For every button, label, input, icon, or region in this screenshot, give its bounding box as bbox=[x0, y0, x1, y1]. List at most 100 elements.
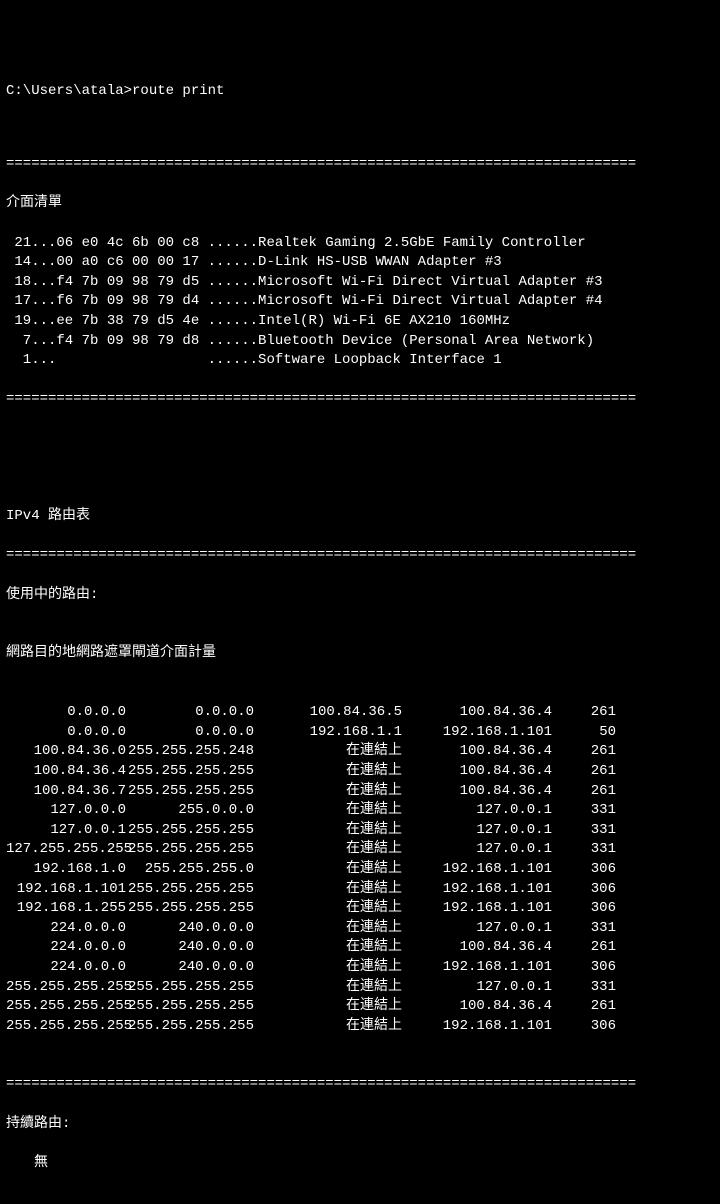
route-interface: 192.168.1.101 bbox=[402, 860, 552, 880]
route-row: 224.0.0.0240.0.0.0在連結上127.0.0.1331 bbox=[6, 919, 714, 939]
route-row: 0.0.0.00.0.0.0100.84.36.5100.84.36.4261 bbox=[6, 703, 714, 723]
command-prompt-line: C:\Users\atala>route print bbox=[6, 82, 714, 102]
route-interface: 100.84.36.4 bbox=[402, 782, 552, 802]
route-row: 192.168.1.101255.255.255.255在連結上192.168.… bbox=[6, 880, 714, 900]
interface-row: 14...00 a0 c6 00 00 17 ......D-Link HS-U… bbox=[6, 253, 714, 273]
route-metric: 50 bbox=[552, 723, 616, 743]
route-row: 100.84.36.0255.255.255.248在連結上100.84.36.… bbox=[6, 742, 714, 762]
route-destination: 192.168.1.101 bbox=[6, 880, 126, 900]
route-interface: 127.0.0.1 bbox=[402, 821, 552, 841]
route-row: 100.84.36.7255.255.255.255在連結上100.84.36.… bbox=[6, 782, 714, 802]
route-destination: 192.168.1.0 bbox=[6, 860, 126, 880]
route-destination: 127.255.255.255 bbox=[6, 840, 126, 860]
route-metric: 261 bbox=[552, 938, 616, 958]
route-netmask: 0.0.0.0 bbox=[126, 723, 254, 743]
route-gateway: 100.84.36.5 bbox=[254, 703, 402, 723]
route-interface: 127.0.0.1 bbox=[402, 801, 552, 821]
route-destination: 100.84.36.4 bbox=[6, 762, 126, 782]
route-interface: 192.168.1.101 bbox=[402, 723, 552, 743]
header-netmask: 網路遮罩 bbox=[76, 645, 132, 661]
route-netmask: 255.255.255.0 bbox=[126, 860, 254, 880]
route-interface: 100.84.36.4 bbox=[402, 742, 552, 762]
route-row: 0.0.0.00.0.0.0192.168.1.1192.168.1.10150 bbox=[6, 723, 714, 743]
route-metric: 331 bbox=[552, 821, 616, 841]
route-destination: 224.0.0.0 bbox=[6, 958, 126, 978]
route-metric: 306 bbox=[552, 958, 616, 978]
route-interface: 192.168.1.101 bbox=[402, 899, 552, 919]
route-gateway: 在連結上 bbox=[254, 880, 402, 900]
route-interface: 127.0.0.1 bbox=[402, 919, 552, 939]
route-row: 127.0.0.0255.0.0.0在連結上127.0.0.1331 bbox=[6, 801, 714, 821]
route-metric: 261 bbox=[552, 782, 616, 802]
route-interface: 192.168.1.101 bbox=[402, 880, 552, 900]
route-gateway: 在連結上 bbox=[254, 958, 402, 978]
route-metric: 306 bbox=[552, 1017, 616, 1037]
route-row: 255.255.255.255255.255.255.255在連結上192.16… bbox=[6, 1017, 714, 1037]
route-netmask: 240.0.0.0 bbox=[126, 958, 254, 978]
route-netmask: 255.255.255.255 bbox=[126, 782, 254, 802]
divider-line: ========================================… bbox=[6, 390, 714, 410]
interface-row: 1... ......Software Loopback Interface 1 bbox=[6, 351, 714, 371]
route-netmask: 255.255.255.255 bbox=[126, 762, 254, 782]
route-table-header: 網路目的地網路遮罩閘道介面計量 bbox=[6, 644, 714, 664]
route-metric: 306 bbox=[552, 860, 616, 880]
route-gateway: 在連結上 bbox=[254, 801, 402, 821]
interface-row: 7...f4 7b 09 98 79 d8 ......Bluetooth De… bbox=[6, 332, 714, 352]
route-gateway: 在連結上 bbox=[254, 782, 402, 802]
route-netmask: 255.255.255.255 bbox=[126, 1017, 254, 1037]
route-gateway: 在連結上 bbox=[254, 978, 402, 998]
route-row: 127.255.255.255255.255.255.255在連結上127.0.… bbox=[6, 840, 714, 860]
route-interface: 127.0.0.1 bbox=[402, 978, 552, 998]
route-gateway: 在連結上 bbox=[254, 1017, 402, 1037]
route-gateway: 在連結上 bbox=[254, 762, 402, 782]
route-destination: 100.84.36.0 bbox=[6, 742, 126, 762]
route-interface: 100.84.36.4 bbox=[402, 997, 552, 1017]
route-gateway: 192.168.1.1 bbox=[254, 723, 402, 743]
interface-list-title: 介面清單 bbox=[6, 194, 714, 214]
route-metric: 261 bbox=[552, 703, 616, 723]
route-gateway: 在連結上 bbox=[254, 899, 402, 919]
interface-row: 17...f6 7b 09 98 79 d4 ......Microsoft W… bbox=[6, 292, 714, 312]
route-destination: 192.168.1.255 bbox=[6, 899, 126, 919]
route-destination: 255.255.255.255 bbox=[6, 978, 126, 998]
route-netmask: 240.0.0.0 bbox=[126, 938, 254, 958]
route-netmask: 255.255.255.255 bbox=[126, 880, 254, 900]
route-netmask: 255.255.255.255 bbox=[126, 840, 254, 860]
route-metric: 306 bbox=[552, 899, 616, 919]
route-interface: 100.84.36.4 bbox=[402, 938, 552, 958]
route-metric: 331 bbox=[552, 840, 616, 860]
route-gateway: 在連結上 bbox=[254, 997, 402, 1017]
route-metric: 331 bbox=[552, 978, 616, 998]
interface-row: 19...ee 7b 38 79 d5 4e ......Intel(R) Wi… bbox=[6, 312, 714, 332]
interface-row: 21...06 e0 4c 6b 00 c8 ......Realtek Gam… bbox=[6, 234, 714, 254]
route-gateway: 在連結上 bbox=[254, 919, 402, 939]
route-metric: 261 bbox=[552, 762, 616, 782]
route-interface: 127.0.0.1 bbox=[402, 840, 552, 860]
header-gateway: 閘道 bbox=[132, 645, 160, 661]
header-interface: 介面 bbox=[160, 645, 188, 661]
route-destination: 224.0.0.0 bbox=[6, 938, 126, 958]
route-interface: 192.168.1.101 bbox=[402, 958, 552, 978]
route-netmask: 240.0.0.0 bbox=[126, 919, 254, 939]
route-metric: 331 bbox=[552, 919, 616, 939]
interface-list: 21...06 e0 4c 6b 00 c8 ......Realtek Gam… bbox=[6, 234, 714, 371]
route-netmask: 255.255.255.255 bbox=[126, 978, 254, 998]
route-interface: 100.84.36.4 bbox=[402, 703, 552, 723]
route-destination: 127.0.0.0 bbox=[6, 801, 126, 821]
route-gateway: 在連結上 bbox=[254, 938, 402, 958]
route-destination: 100.84.36.7 bbox=[6, 782, 126, 802]
route-row: 192.168.1.255255.255.255.255在連結上192.168.… bbox=[6, 899, 714, 919]
route-row: 127.0.0.1255.255.255.255在連結上127.0.0.1331 bbox=[6, 821, 714, 841]
route-row: 192.168.1.0255.255.255.0在連結上192.168.1.10… bbox=[6, 860, 714, 880]
route-interface: 192.168.1.101 bbox=[402, 1017, 552, 1037]
route-row: 255.255.255.255255.255.255.255在連結上100.84… bbox=[6, 997, 714, 1017]
route-netmask: 0.0.0.0 bbox=[126, 703, 254, 723]
divider-line: ========================================… bbox=[6, 155, 714, 175]
route-row: 100.84.36.4255.255.255.255在連結上100.84.36.… bbox=[6, 762, 714, 782]
ipv4-route-table-title: IPv4 路由表 bbox=[6, 507, 714, 527]
route-netmask: 255.255.255.255 bbox=[126, 899, 254, 919]
route-row: 224.0.0.0240.0.0.0在連結上192.168.1.101306 bbox=[6, 958, 714, 978]
divider-line: ========================================… bbox=[6, 546, 714, 566]
divider-line: ========================================… bbox=[6, 1075, 714, 1095]
persistent-routes-none: 無 bbox=[6, 1155, 48, 1171]
